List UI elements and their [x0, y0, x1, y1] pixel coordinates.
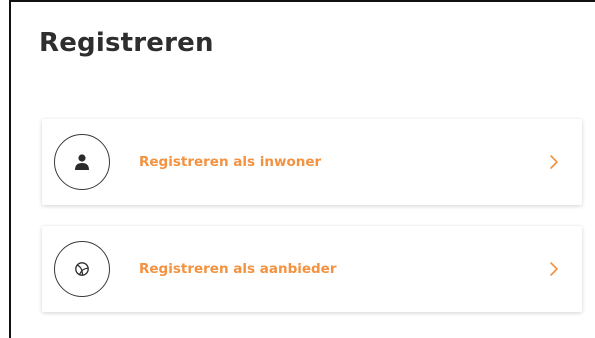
provider-avatar — [54, 241, 110, 297]
register-provider-card[interactable]: Registreren als aanbieder — [42, 226, 582, 312]
chevron-right-icon — [548, 259, 560, 279]
register-resident-card[interactable]: Registreren als inwoner — [42, 119, 582, 205]
ball-icon — [73, 260, 91, 278]
page-title: Registreren — [39, 28, 214, 58]
person-icon — [73, 153, 91, 171]
resident-avatar — [54, 134, 110, 190]
chevron-right-icon — [548, 152, 560, 172]
register-resident-label: Registreren als inwoner — [139, 154, 322, 170]
register-provider-label: Registreren als aanbieder — [139, 261, 337, 277]
